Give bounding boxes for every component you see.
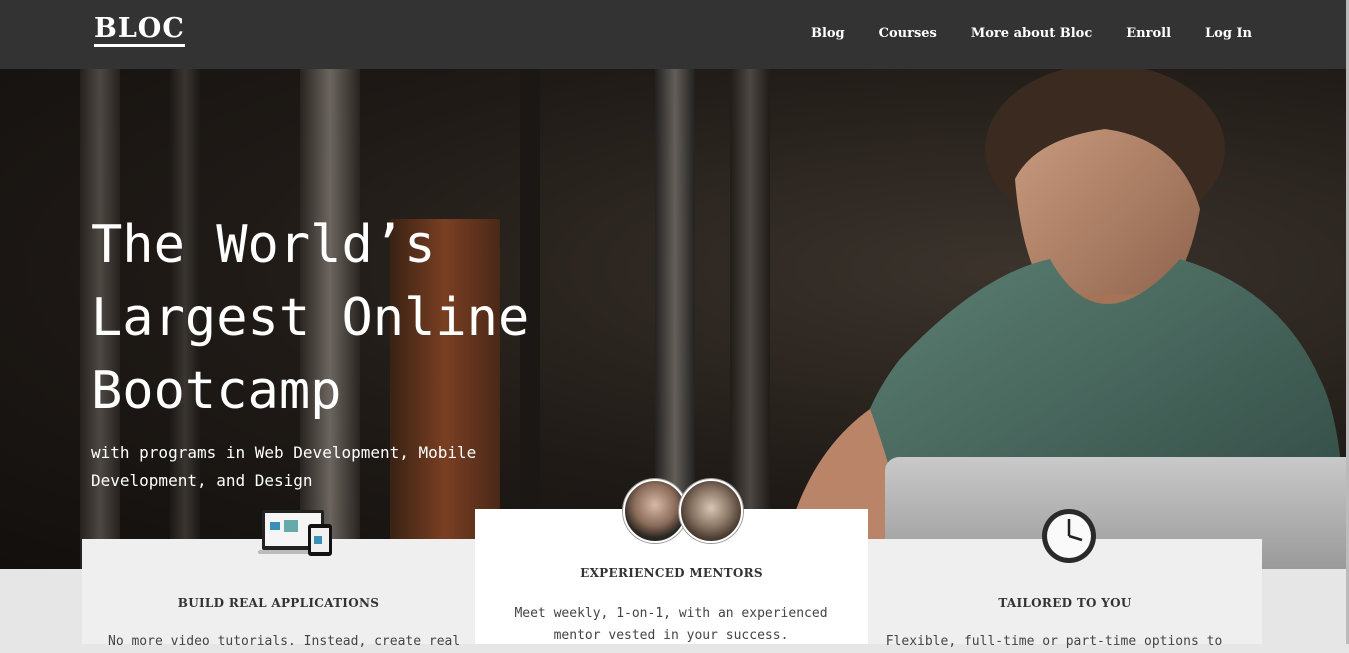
feature-text-mentors: Meet weekly, 1-on-1, with an experienced… xyxy=(514,606,828,643)
clock-icon xyxy=(1042,509,1096,563)
nav-links: Blog Courses More about Bloc Enroll Log … xyxy=(777,26,1252,41)
hero-headline: The World’s Largest Online Bootcamp xyxy=(91,209,611,428)
hero-subtitle: with programs in Web Development, Mobile… xyxy=(91,443,477,490)
hero-headline-line-3: Bootcamp xyxy=(91,361,342,421)
top-nav: BLOC Blog Courses More about Bloc Enroll… xyxy=(0,0,1349,69)
mentor-avatar-2 xyxy=(679,479,743,543)
mentor-avatar-1 xyxy=(623,479,687,543)
feature-title-tailored: TAILORED TO YOU xyxy=(998,596,1132,610)
feature-title-build: BUILD REAL APPLICATIONS xyxy=(177,596,380,610)
feature-text-tailored: Flexible, full-time or part-time options… xyxy=(885,634,1223,649)
nav-link-blog[interactable]: Blog xyxy=(811,26,845,41)
nav-link-enroll[interactable]: Enroll xyxy=(1126,26,1171,41)
devices-icon xyxy=(258,510,332,556)
hero-headline-line-2: Largest Online xyxy=(91,288,530,348)
bloc-logo[interactable]: BLOC xyxy=(94,14,185,47)
feature-text-build: No more video tutorials. Instead, create… xyxy=(108,634,461,649)
nav-link-more-about-bloc[interactable]: More about Bloc xyxy=(971,26,1092,41)
nav-link-courses[interactable]: Courses xyxy=(879,26,937,41)
feature-title-mentors: EXPERIENCED MENTORS xyxy=(580,566,763,580)
hero-headline-line-1: The World’s xyxy=(91,215,436,275)
nav-link-log-in[interactable]: Log In xyxy=(1205,26,1252,41)
